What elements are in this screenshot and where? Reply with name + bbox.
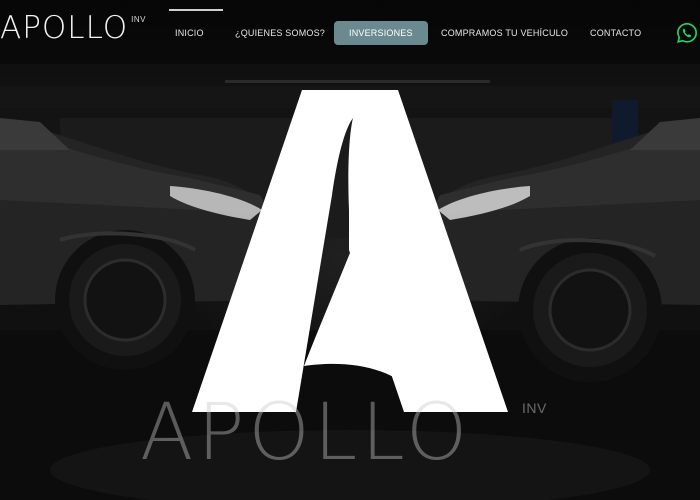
nav-item-quienes-somos[interactable]: ¿QUIENES SOMOS? (235, 22, 325, 44)
nav-item-inicio[interactable]: INICIO (169, 9, 223, 44)
hero-wordmark: APOLLO (140, 388, 472, 478)
landing-page: APOLLO INV INICIO ¿QUIENES SOMOS? INVERS… (0, 0, 700, 500)
nav-item-inversiones[interactable]: INVERSIONES (334, 21, 428, 45)
whatsapp-icon[interactable] (676, 22, 698, 44)
site-header: APOLLO INV INICIO ¿QUIENES SOMOS? INVERS… (0, 0, 700, 64)
brand-name: APOLLO (0, 10, 129, 46)
brand-suffix: INV (131, 15, 146, 24)
header-divider (225, 80, 490, 83)
apollo-a-logo-icon (192, 90, 508, 412)
brand-logo[interactable]: APOLLO INV (0, 11, 146, 45)
hero-wordmark-suffix: INV (522, 400, 547, 416)
nav-item-compramos-tu-vehiculo[interactable]: COMPRAMOS TU VEHÍCULO (441, 22, 568, 44)
nav-item-contacto[interactable]: CONTACTO (590, 22, 641, 44)
